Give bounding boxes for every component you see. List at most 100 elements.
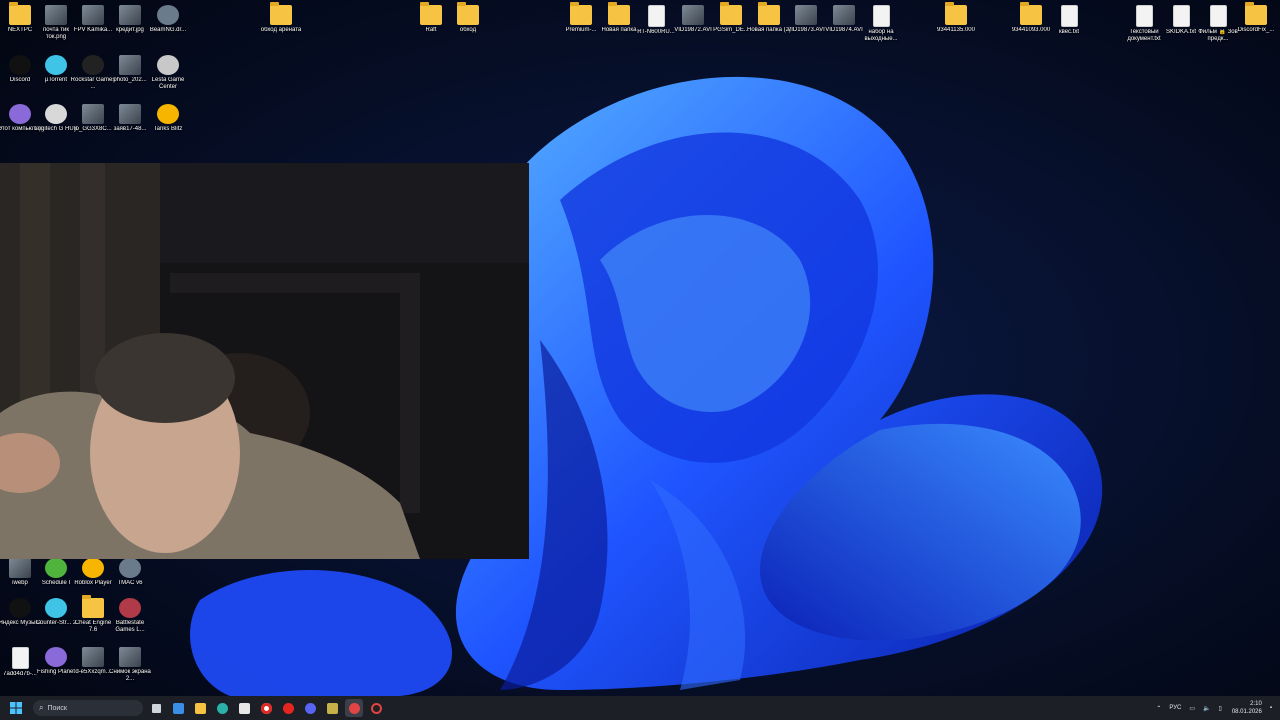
desktop-icon[interactable]: Текстовый документ.txt bbox=[1124, 5, 1164, 43]
desktop-icon[interactable]: BeamNG.dr... bbox=[148, 5, 188, 34]
file-explorer-button[interactable] bbox=[191, 699, 209, 717]
taskbar-search[interactable]: ⌕ Поиск bbox=[33, 700, 143, 716]
clock[interactable]: 2:10 08.01.2026 bbox=[1232, 700, 1262, 716]
desktop-icon[interactable]: VID19873.AVI bbox=[786, 5, 826, 34]
folder-icon bbox=[608, 2, 630, 25]
chevron-up-icon[interactable]: ⌃ bbox=[1156, 705, 1161, 712]
desktop-icon-label: TMAC v6 bbox=[117, 580, 143, 586]
desktop-icon[interactable]: кредит.jpg bbox=[110, 5, 150, 34]
file-icon bbox=[1135, 5, 1153, 27]
desktop-icon[interactable]: 93441093.000 bbox=[1011, 2, 1051, 34]
folder-icon bbox=[945, 2, 967, 25]
volume-icon[interactable]: 🔈 bbox=[1203, 705, 1210, 712]
discord-button[interactable] bbox=[301, 699, 319, 717]
desktop-icon-label: Lesta Game Center bbox=[151, 77, 185, 90]
obs-button[interactable] bbox=[345, 699, 363, 717]
image-thumbnail-icon bbox=[795, 5, 817, 25]
windows-logo-icon bbox=[10, 702, 22, 714]
image-thumbnail-icon bbox=[45, 5, 67, 25]
desktop-icon[interactable]: Premium-... bbox=[561, 2, 601, 34]
desktop-icon[interactable]: Rockstar Games ... bbox=[71, 55, 115, 91]
desktop-icon-label: квес.txt bbox=[1058, 29, 1080, 35]
app-icon bbox=[82, 558, 104, 578]
image-thumbnail-icon bbox=[682, 5, 704, 25]
app-icon bbox=[157, 55, 179, 75]
network-icon[interactable]: ▭ bbox=[1189, 705, 1195, 712]
desktop-icon[interactable]: PGSim_DE... bbox=[711, 2, 751, 34]
folder-icon bbox=[1245, 2, 1267, 25]
desktop-icon-label: обход арената bbox=[260, 27, 302, 33]
recorder-button[interactable] bbox=[367, 699, 385, 717]
image-thumbnail-icon bbox=[82, 5, 104, 25]
desktop-icon-label: Снимок экрана 2... bbox=[109, 669, 151, 682]
app-icon bbox=[9, 104, 31, 124]
desktop-icon[interactable]: Lesta Game Center bbox=[148, 55, 188, 91]
app-icon bbox=[119, 598, 141, 618]
app-icon bbox=[45, 55, 67, 75]
desktop-icon[interactable]: обход bbox=[448, 2, 488, 34]
widgets-button[interactable] bbox=[169, 699, 187, 717]
app-icon bbox=[45, 104, 67, 124]
desktop-icon[interactable]: Battlestate Games L... bbox=[110, 598, 150, 634]
app-icon bbox=[157, 5, 179, 25]
app-icon bbox=[9, 55, 31, 75]
language-indicator[interactable]: РУС bbox=[1169, 705, 1181, 711]
image-thumbnail-icon bbox=[82, 104, 104, 124]
search-icon: ⌕ bbox=[39, 703, 44, 712]
desktop-icon[interactable]: набор на выходные... bbox=[861, 5, 901, 43]
desktop-icon[interactable]: TMAC v6 bbox=[110, 558, 150, 587]
webcam-overlay bbox=[0, 163, 529, 559]
desktop-icon[interactable]: Фильм 🔒 Зов предк... bbox=[1198, 5, 1238, 43]
desktop-icon[interactable]: DiscordFix_... bbox=[1236, 2, 1276, 34]
desktop-icon-label: обход bbox=[459, 27, 477, 33]
folder-icon bbox=[457, 2, 479, 25]
desktop-icon[interactable]: photo_202... bbox=[110, 55, 150, 84]
app-icon bbox=[157, 104, 179, 124]
desktop-icon[interactable]: Tanks Blitz bbox=[148, 104, 188, 133]
taskbar: ⌕ Поиск ⌃ РУС ▭ 🔈 ▯ 2:10 08.01.2026 ▪ bbox=[0, 696, 1280, 720]
file-icon bbox=[1172, 5, 1190, 27]
file-icon bbox=[11, 647, 29, 669]
folder-icon bbox=[758, 2, 780, 25]
folder-icon bbox=[570, 2, 592, 25]
notifications-icon[interactable]: ▪ bbox=[1270, 705, 1272, 711]
folder-icon bbox=[270, 2, 292, 25]
file-icon bbox=[872, 5, 890, 27]
desktop-icon-label: Battlestate Games L... bbox=[115, 620, 145, 633]
desktop-icon[interactable]: Снимок экрана 2... bbox=[109, 647, 151, 683]
desktop-icon[interactable]: VID19872.AVI bbox=[673, 5, 713, 34]
folder-icon bbox=[9, 2, 31, 25]
desktop-icon[interactable]: заяв17-48... bbox=[110, 104, 150, 133]
edge-browser-button[interactable] bbox=[213, 699, 231, 717]
yandex-button[interactable] bbox=[279, 699, 297, 717]
desktop-icon[interactable]: обход арената bbox=[260, 2, 302, 34]
battery-icon[interactable]: ▯ bbox=[1219, 705, 1222, 712]
folder-icon bbox=[720, 2, 742, 25]
game-launcher-button[interactable] bbox=[323, 699, 341, 717]
desktop-icon-label: 93441135.000 bbox=[937, 27, 975, 33]
desktop-icon[interactable]: 93441135.000 bbox=[936, 2, 976, 34]
desktop-icon[interactable]: почта тик ток.png bbox=[36, 5, 76, 41]
folder-icon bbox=[420, 2, 442, 25]
clock-time: 2:10 bbox=[1250, 701, 1262, 707]
folder-icon bbox=[82, 595, 104, 618]
image-thumbnail-icon bbox=[119, 55, 141, 75]
store-button[interactable] bbox=[235, 699, 253, 717]
desktop-icon[interactable]: квес.txt bbox=[1049, 5, 1089, 36]
start-button[interactable] bbox=[5, 697, 27, 719]
desktop-icon-label: BeamNG.dr... bbox=[149, 27, 187, 33]
clock-date: 08.01.2026 bbox=[1231, 709, 1262, 715]
file-icon bbox=[647, 5, 665, 27]
app-icon bbox=[45, 647, 67, 667]
desktop-icon-label: Tanks Blitz bbox=[153, 126, 183, 132]
yandex-browser-button[interactable] bbox=[257, 699, 275, 717]
image-thumbnail-icon bbox=[82, 647, 104, 667]
app-icon bbox=[119, 558, 141, 578]
file-icon bbox=[1209, 5, 1227, 27]
image-thumbnail-icon bbox=[119, 104, 141, 124]
image-thumbnail-icon bbox=[119, 647, 141, 667]
image-thumbnail-icon bbox=[119, 5, 141, 25]
task-view-button[interactable] bbox=[147, 699, 165, 717]
app-icon bbox=[45, 558, 67, 578]
app-icon bbox=[9, 598, 31, 618]
